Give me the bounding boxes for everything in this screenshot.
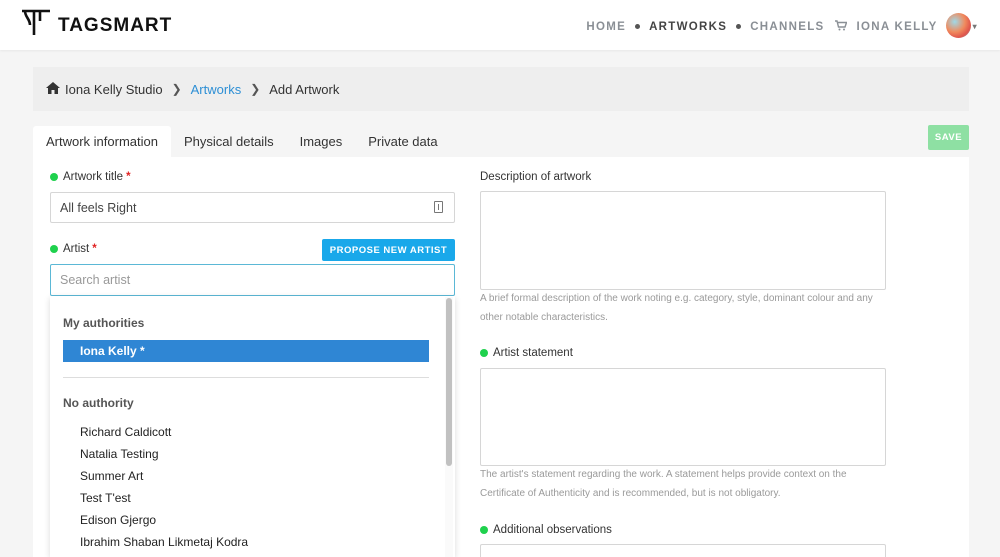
home-icon[interactable] — [46, 81, 60, 97]
status-dot-icon — [480, 526, 488, 534]
tab-private-data[interactable]: Private data — [355, 126, 450, 157]
tab-physical-details[interactable]: Physical details — [171, 126, 287, 157]
dropdown-group-no-authority: No authority — [63, 396, 134, 410]
artwork-title-input[interactable] — [50, 192, 455, 223]
required-marker: * — [126, 171, 131, 183]
artwork-title-label: Artwork title * — [50, 171, 131, 183]
field-info-icon[interactable] — [434, 201, 443, 213]
user-avatar[interactable] — [945, 13, 971, 38]
nav-separator — [635, 24, 641, 29]
nav-home[interactable]: HOME — [586, 21, 626, 33]
propose-new-artist-button[interactable]: PROPOSE NEW ARTIST — [322, 239, 455, 261]
cart-icon[interactable] — [834, 19, 847, 34]
dropdown-option[interactable]: Natalia Testing — [80, 447, 159, 461]
required-marker: * — [92, 243, 97, 255]
breadcrumb-studio[interactable]: Iona Kelly Studio — [65, 82, 163, 97]
artist-statement-help-text: The artist's statement regarding the wor… — [480, 469, 847, 499]
brand-logo[interactable]: TAGSMART — [20, 4, 172, 40]
artist-search-input[interactable] — [50, 264, 455, 296]
additional-observations-label-text: Additional observations — [493, 524, 612, 536]
breadcrumb-artworks-link[interactable]: Artworks — [191, 82, 242, 97]
description-textarea[interactable] — [480, 191, 886, 290]
dropdown-group-my-authorities: My authorities — [63, 316, 145, 330]
dropdown-option[interactable]: Edison Gjergo — [80, 513, 156, 527]
additional-observations-label: Additional observations — [480, 524, 612, 536]
artist-statement-textarea[interactable] — [480, 368, 886, 466]
form-tabs: Artwork information Physical details Ima… — [33, 126, 451, 157]
chevron-down-icon[interactable]: ▾ — [973, 22, 978, 31]
top-navbar: TAGSMART HOME ARTWORKS CHANNELS IONA KEL… — [0, 0, 1000, 50]
dropdown-option-selected[interactable]: Iona Kelly * — [63, 340, 429, 362]
description-help-text: A brief formal description of the work n… — [480, 293, 873, 323]
tab-artwork-information[interactable]: Artwork information — [33, 126, 171, 157]
artwork-title-label-text: Artwork title — [63, 171, 124, 183]
artist-label: Artist * — [50, 243, 97, 255]
status-dot-icon — [50, 173, 58, 181]
dropdown-option[interactable]: Summer Art — [80, 469, 143, 483]
artist-label-text: Artist — [63, 243, 90, 255]
dropdown-scrollbar-thumb[interactable] — [446, 298, 452, 466]
save-button[interactable]: SAVE — [928, 125, 969, 150]
tab-images[interactable]: Images — [287, 126, 356, 157]
additional-observations-textarea[interactable] — [480, 544, 886, 557]
artist-statement-label: Artist statement — [480, 347, 573, 359]
dropdown-option[interactable]: Richard Caldicott — [80, 425, 171, 439]
chevron-right-icon: ❯ — [250, 82, 261, 96]
user-menu-name[interactable]: IONA KELLY — [857, 21, 938, 33]
nav-channels[interactable]: CHANNELS — [750, 21, 824, 33]
breadcrumb-current: Add Artwork — [269, 81, 340, 97]
main-nav: HOME ARTWORKS CHANNELS IONA KELLY ▾ — [586, 13, 978, 38]
dropdown-divider — [63, 377, 429, 378]
status-dot-icon — [480, 349, 488, 357]
artist-statement-label-text: Artist statement — [493, 347, 573, 359]
dropdown-option[interactable]: Ibrahim Shaban Likmetaj Kodra — [80, 535, 248, 549]
breadcrumb: Iona Kelly Studio ❯ Artworks ❯ Add Artwo… — [33, 67, 969, 111]
status-dot-icon — [50, 245, 58, 253]
dropdown-option[interactable]: Test T'est — [80, 491, 131, 505]
brand-name: TAGSMART — [58, 15, 173, 36]
artist-dropdown: My authorities Iona Kelly * No authority… — [50, 296, 455, 557]
nav-artworks[interactable]: ARTWORKS — [649, 21, 727, 33]
description-label: Description of artwork — [480, 171, 591, 183]
description-label-text: Description of artwork — [480, 171, 592, 183]
chevron-right-icon: ❯ — [171, 82, 182, 96]
nav-separator — [736, 24, 742, 29]
tagsmart-logo-icon — [22, 9, 50, 35]
